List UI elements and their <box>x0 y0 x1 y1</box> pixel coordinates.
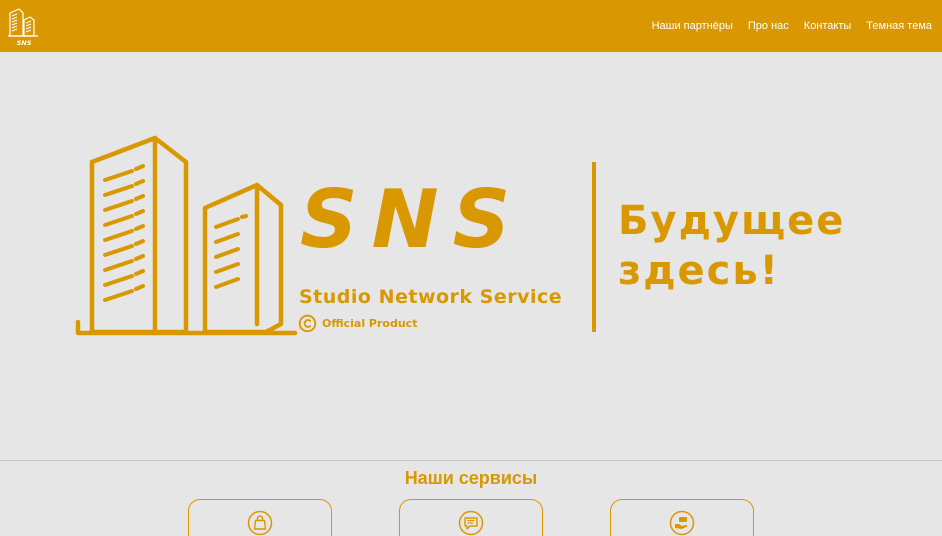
hero-vertical-divider <box>592 162 596 332</box>
service-card-payment[interactable] <box>610 499 754 536</box>
copyright-icon <box>298 314 317 333</box>
tagline-line-1: Будущее <box>618 198 846 244</box>
service-card-shop[interactable] <box>188 499 332 536</box>
nav-link-partners[interactable]: Наши партнёры <box>652 20 733 32</box>
nav-logo-icon[interactable]: SNS <box>7 5 43 47</box>
services-title: Наши сервисы <box>404 468 538 488</box>
service-card-chat[interactable] <box>399 499 543 536</box>
nav-link-about[interactable]: Про нас <box>748 20 789 32</box>
navbar: SNS Наши партнёры Про нас Контакты Темна… <box>0 0 942 52</box>
section-divider <box>0 460 942 461</box>
tagline: Будущее здесь! <box>618 196 845 296</box>
brand-title: SNS <box>300 173 525 266</box>
chat-message-icon <box>458 510 484 536</box>
official-product-label: Official Product <box>298 314 417 333</box>
shopping-bag-icon <box>247 510 273 536</box>
tagline-line-2: здесь! <box>618 248 780 294</box>
nav-logo-text: SNS <box>17 39 32 47</box>
brand-subtitle: Studio Network Service <box>299 286 563 308</box>
nav-menu: Наши партнёры Про нас Контакты Темная те… <box>637 0 932 52</box>
official-product-text: Official Product <box>322 317 418 330</box>
hand-money-icon <box>669 510 695 536</box>
nav-link-contacts[interactable]: Контакты <box>804 20 852 32</box>
nav-link-dark-theme[interactable]: Темная тема <box>866 20 932 32</box>
